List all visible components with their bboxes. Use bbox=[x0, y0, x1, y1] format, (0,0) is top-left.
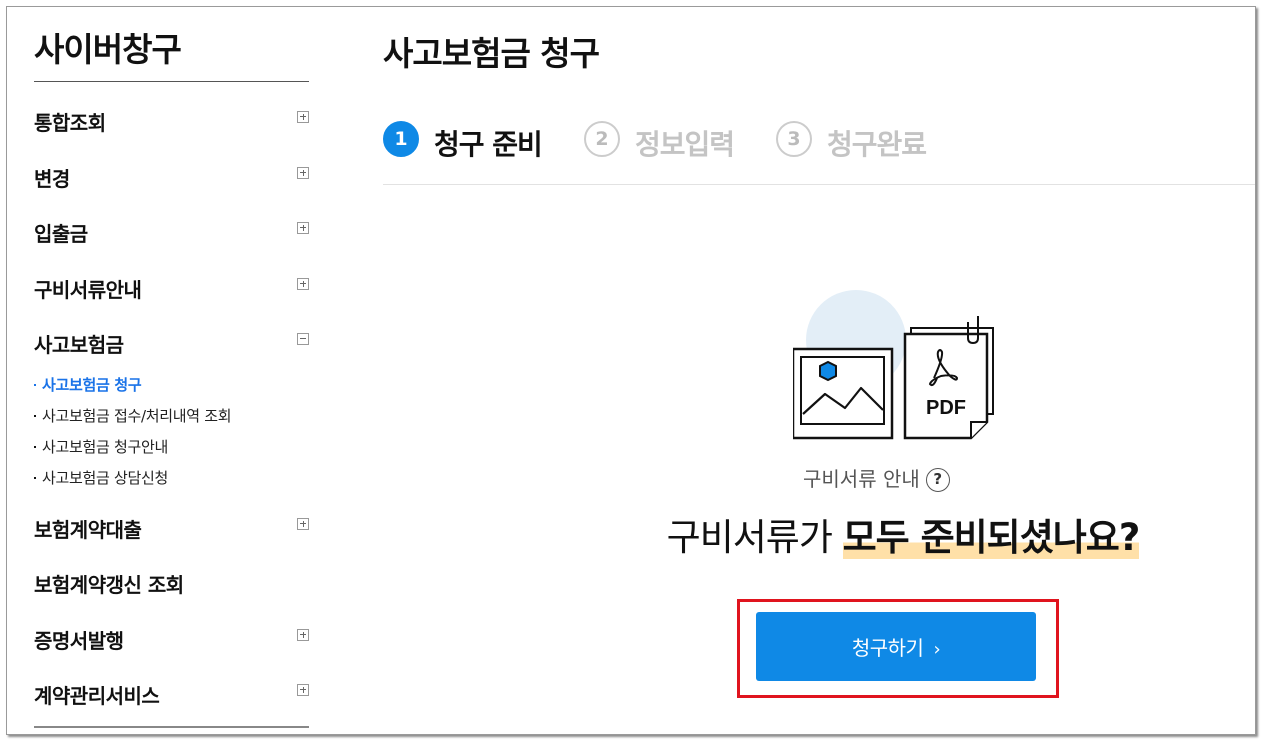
expand-plus-icon[interactable] bbox=[297, 278, 309, 290]
sidebar-item-integrated-inquiry[interactable]: 통합조회 bbox=[34, 107, 309, 135]
sidebar-item-label: 통합조회 bbox=[34, 111, 106, 135]
claim-button-label: 청구하기 bbox=[851, 636, 924, 660]
step-label: 청구 준비 bbox=[434, 128, 543, 161]
expand-plus-icon[interactable] bbox=[297, 111, 309, 123]
sidebar-item-label: 사고보험금 bbox=[34, 333, 124, 357]
sidebar-item-deposit-withdrawal[interactable]: 입출금 bbox=[34, 218, 309, 246]
sidebar-item-certificate[interactable]: 증명서발행 bbox=[34, 625, 309, 653]
step-number: 2 bbox=[584, 121, 620, 157]
sidebar-item-change[interactable]: 변경 bbox=[34, 163, 309, 191]
step-indicator: 1 청구 준비 2 정보입력 3 청구완료 bbox=[383, 121, 1255, 161]
step-label: 청구완료 bbox=[827, 128, 927, 161]
required-documents-guide-link[interactable]: 구비서류 안내? bbox=[803, 463, 950, 493]
expand-plus-icon[interactable] bbox=[297, 684, 309, 696]
expand-plus-icon[interactable] bbox=[297, 222, 309, 234]
guide-text: 구비서류 안내 bbox=[803, 467, 920, 491]
sidebar-item-label: 보험계약대출 bbox=[34, 518, 142, 542]
sidebar-item-renewal-inquiry[interactable]: 보험계약갱신 조회 bbox=[34, 569, 309, 597]
pdf-label: PDF bbox=[926, 397, 966, 419]
document-illustration-icon: PDF bbox=[793, 290, 994, 440]
image-file-icon bbox=[793, 347, 894, 440]
pdf-file-icon: PDF bbox=[903, 316, 994, 440]
claim-button[interactable]: 청구하기 › bbox=[756, 612, 1036, 681]
sidebar-item-contract-management[interactable]: 계약관리서비스 bbox=[34, 680, 309, 708]
chevron-right-icon: › bbox=[933, 639, 941, 660]
expand-plus-icon[interactable] bbox=[297, 518, 309, 530]
sidebar-item-label: 보험계약갱신 조회 bbox=[34, 573, 184, 597]
sidebar-item-label: 입출금 bbox=[34, 222, 88, 246]
expand-plus-icon[interactable] bbox=[297, 167, 309, 179]
sidebar-item-label: 구비서류안내 bbox=[34, 278, 142, 302]
sidebar-title-divider bbox=[34, 81, 309, 82]
sidebar-item-policy-loan[interactable]: 보험계약대출 bbox=[34, 514, 309, 542]
sidebar-item-label: 증명서발행 bbox=[34, 629, 124, 653]
headline-bold: 모두 준비되셨나요? bbox=[842, 516, 1140, 559]
sidebar-title: 사이버창구 bbox=[34, 30, 182, 69]
main-content: 사고보험금 청구 1 청구 준비 2 정보입력 3 청구완료 PDF 구비서류 … bbox=[383, 7, 1255, 734]
sidebar-item-label: 변경 bbox=[34, 167, 70, 191]
sidebar-item-required-documents[interactable]: 구비서류안내 bbox=[34, 274, 309, 302]
sidebar-item-accident-claim[interactable]: 사고보험금 bbox=[34, 329, 309, 357]
collapse-minus-icon[interactable] bbox=[297, 333, 309, 345]
submenu-item-claim-history[interactable]: 사고보험금 접수/처리내역 조회 bbox=[34, 404, 309, 435]
submenu-item-claim-guide[interactable]: 사고보험금 청구안내 bbox=[34, 435, 309, 466]
submenu-item-consult-request[interactable]: 사고보험금 상담신청 bbox=[34, 466, 309, 497]
step-number: 3 bbox=[776, 121, 812, 157]
headline: 구비서류가 모두 준비되셨나요? bbox=[623, 507, 1183, 561]
steps-divider bbox=[383, 184, 1255, 185]
headline-normal: 구비서류가 bbox=[666, 516, 843, 559]
step-label: 정보입력 bbox=[635, 128, 735, 161]
expand-plus-icon[interactable] bbox=[297, 629, 309, 641]
step-number: 1 bbox=[383, 121, 419, 157]
page-title: 사고보험금 청구 bbox=[383, 34, 600, 73]
window-frame: 사이버창구 통합조회 변경 입출금 구비서류안내 사고보험금 사고보험금 청구 … bbox=[6, 6, 1256, 735]
sidebar-item-label: 계약관리서비스 bbox=[34, 684, 160, 708]
question-icon[interactable]: ? bbox=[925, 468, 950, 492]
sidebar-bottom-divider bbox=[34, 726, 309, 728]
submenu-item-claim[interactable]: 사고보험금 청구 bbox=[34, 373, 309, 404]
submenu-accident-claim: 사고보험금 청구 사고보험금 접수/처리내역 조회 사고보험금 청구안내 사고보… bbox=[34, 373, 309, 497]
